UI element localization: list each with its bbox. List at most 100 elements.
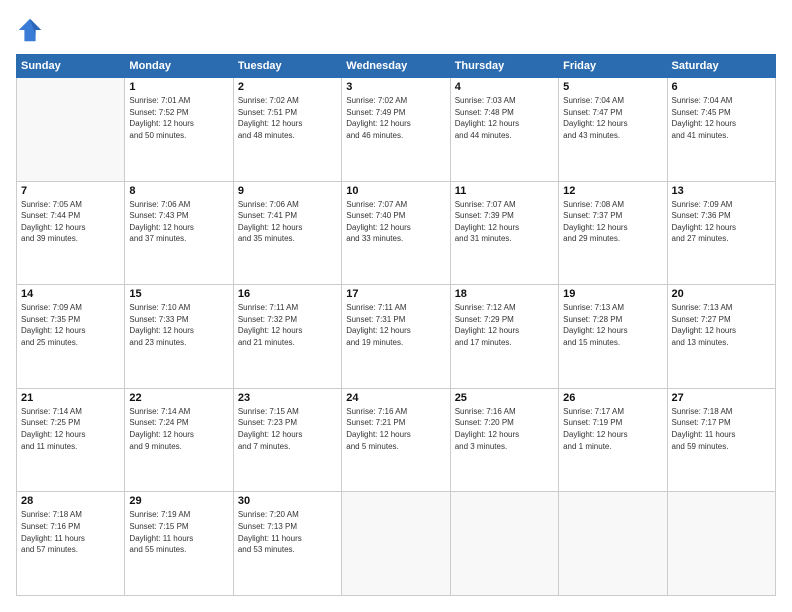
cell-info: Sunrise: 7:07 AM Sunset: 7:39 PM Dayligh… (455, 199, 554, 245)
day-number: 8 (129, 185, 228, 197)
header (16, 16, 776, 44)
calendar-cell: 18Sunrise: 7:12 AM Sunset: 7:29 PM Dayli… (450, 285, 558, 389)
day-number: 2 (238, 81, 337, 93)
calendar-cell: 20 Sunrise: 7:13 AM Sunset: 7:27 PM Dayli… (667, 285, 775, 389)
calendar-cell: 21 Sunrise: 7:14 AM Sunset: 7:25 PM Dayli… (17, 388, 125, 492)
day-number: 6 (672, 81, 771, 93)
calendar-cell: 28 Sunrise: 7:18 AM Sunset: 7:16 PM Dayli… (17, 492, 125, 596)
day-header-tuesday: Tuesday (233, 55, 341, 78)
calendar-cell: 25 Sunrise: 7:16 AM Sunset: 7:20 PM Dayli… (450, 388, 558, 492)
page: SundayMondayTuesdayWednesdayThursdayFrid… (0, 0, 792, 612)
cell-info: Sunrise: 7:02 AM Sunset: 7:49 PM Dayligh… (346, 95, 445, 141)
day-header-wednesday: Wednesday (342, 55, 450, 78)
cell-info: Sunrise: 7:06 AM Sunset: 7:41 PM Dayligh… (238, 199, 337, 245)
calendar-cell: 23 Sunrise: 7:15 AM Sunset: 7:23 PM Dayli… (233, 388, 341, 492)
day-header-thursday: Thursday (450, 55, 558, 78)
day-number: 3 (346, 81, 445, 93)
calendar-cell (342, 492, 450, 596)
week-row-1: 7Sunrise: 7:05 AM Sunset: 7:44 PM Daylig… (17, 181, 776, 285)
day-number: 25 (455, 392, 554, 404)
week-row-4: 28 Sunrise: 7:18 AM Sunset: 7:16 PM Dayli… (17, 492, 776, 596)
week-row-3: 21 Sunrise: 7:14 AM Sunset: 7:25 PM Dayli… (17, 388, 776, 492)
day-header-saturday: Saturday (667, 55, 775, 78)
day-number: 16 (238, 288, 337, 300)
calendar-cell: 27Sunrise: 7:18 AM Sunset: 7:17 PM Dayli… (667, 388, 775, 492)
cell-info: Sunrise: 7:09 AM Sunset: 7:36 PM Dayligh… (672, 199, 771, 245)
day-number: 30 (238, 495, 337, 507)
calendar-cell: 16 Sunrise: 7:11 AM Sunset: 7:32 PM Dayli… (233, 285, 341, 389)
cell-info: Sunrise: 7:11 AM Sunset: 7:31 PM Dayligh… (346, 302, 445, 348)
cell-info: Sunrise: 7:13 AM Sunset: 7:27 PM Dayligh… (672, 302, 771, 348)
day-number: 7 (21, 185, 120, 197)
logo-icon (16, 16, 44, 44)
calendar-cell: 1 Sunrise: 7:01 AM Sunset: 7:52 PM Daylig… (125, 78, 233, 182)
day-number: 26 (563, 392, 662, 404)
cell-info: Sunrise: 7:20 AM Sunset: 7:13 PM Dayligh… (238, 509, 337, 555)
calendar-cell: 6 Sunrise: 7:04 AM Sunset: 7:45 PM Daylig… (667, 78, 775, 182)
cell-info: Sunrise: 7:10 AM Sunset: 7:33 PM Dayligh… (129, 302, 228, 348)
cell-info: Sunrise: 7:08 AM Sunset: 7:37 PM Dayligh… (563, 199, 662, 245)
calendar-cell: 13 Sunrise: 7:09 AM Sunset: 7:36 PM Dayli… (667, 181, 775, 285)
cell-info: Sunrise: 7:06 AM Sunset: 7:43 PM Dayligh… (129, 199, 228, 245)
cell-info: Sunrise: 7:18 AM Sunset: 7:16 PM Dayligh… (21, 509, 120, 555)
calendar-cell: 15Sunrise: 7:10 AM Sunset: 7:33 PM Dayli… (125, 285, 233, 389)
calendar-cell (17, 78, 125, 182)
day-number: 20 (672, 288, 771, 300)
calendar-cell: 22 Sunrise: 7:14 AM Sunset: 7:24 PM Dayli… (125, 388, 233, 492)
calendar-cell (559, 492, 667, 596)
cell-info: Sunrise: 7:04 AM Sunset: 7:47 PM Dayligh… (563, 95, 662, 141)
calendar-cell: 14 Sunrise: 7:09 AM Sunset: 7:35 PM Dayli… (17, 285, 125, 389)
day-number: 27 (672, 392, 771, 404)
day-number: 19 (563, 288, 662, 300)
calendar-cell: 7Sunrise: 7:05 AM Sunset: 7:44 PM Daylig… (17, 181, 125, 285)
calendar-cell: 8 Sunrise: 7:06 AM Sunset: 7:43 PM Daylig… (125, 181, 233, 285)
cell-info: Sunrise: 7:17 AM Sunset: 7:19 PM Dayligh… (563, 406, 662, 452)
day-number: 17 (346, 288, 445, 300)
calendar-cell: 24Sunrise: 7:16 AM Sunset: 7:21 PM Dayli… (342, 388, 450, 492)
calendar-cell: 9Sunrise: 7:06 AM Sunset: 7:41 PM Daylig… (233, 181, 341, 285)
day-number: 23 (238, 392, 337, 404)
day-number: 1 (129, 81, 228, 93)
calendar-cell: 29 Sunrise: 7:19 AM Sunset: 7:15 PM Dayli… (125, 492, 233, 596)
calendar-cell (667, 492, 775, 596)
day-number: 29 (129, 495, 228, 507)
day-number: 11 (455, 185, 554, 197)
cell-info: Sunrise: 7:02 AM Sunset: 7:51 PM Dayligh… (238, 95, 337, 141)
cell-info: Sunrise: 7:11 AM Sunset: 7:32 PM Dayligh… (238, 302, 337, 348)
cell-info: Sunrise: 7:04 AM Sunset: 7:45 PM Dayligh… (672, 95, 771, 141)
cell-info: Sunrise: 7:13 AM Sunset: 7:28 PM Dayligh… (563, 302, 662, 348)
calendar-cell: 17 Sunrise: 7:11 AM Sunset: 7:31 PM Dayli… (342, 285, 450, 389)
cell-info: Sunrise: 7:03 AM Sunset: 7:48 PM Dayligh… (455, 95, 554, 141)
calendar-cell: 12 Sunrise: 7:08 AM Sunset: 7:37 PM Dayli… (559, 181, 667, 285)
cell-info: Sunrise: 7:14 AM Sunset: 7:24 PM Dayligh… (129, 406, 228, 452)
cell-info: Sunrise: 7:07 AM Sunset: 7:40 PM Dayligh… (346, 199, 445, 245)
day-number: 5 (563, 81, 662, 93)
calendar-cell: 30 Sunrise: 7:20 AM Sunset: 7:13 PM Dayli… (233, 492, 341, 596)
day-number: 14 (21, 288, 120, 300)
day-number: 13 (672, 185, 771, 197)
cell-info: Sunrise: 7:14 AM Sunset: 7:25 PM Dayligh… (21, 406, 120, 452)
cell-info: Sunrise: 7:19 AM Sunset: 7:15 PM Dayligh… (129, 509, 228, 555)
calendar-cell: 5 Sunrise: 7:04 AM Sunset: 7:47 PM Daylig… (559, 78, 667, 182)
cell-info: Sunrise: 7:15 AM Sunset: 7:23 PM Dayligh… (238, 406, 337, 452)
cell-info: Sunrise: 7:09 AM Sunset: 7:35 PM Dayligh… (21, 302, 120, 348)
day-header-monday: Monday (125, 55, 233, 78)
day-number: 10 (346, 185, 445, 197)
cell-info: Sunrise: 7:16 AM Sunset: 7:21 PM Dayligh… (346, 406, 445, 452)
calendar-body: 1 Sunrise: 7:01 AM Sunset: 7:52 PM Daylig… (17, 78, 776, 596)
cell-info: Sunrise: 7:16 AM Sunset: 7:20 PM Dayligh… (455, 406, 554, 452)
calendar-cell: 3 Sunrise: 7:02 AM Sunset: 7:49 PM Daylig… (342, 78, 450, 182)
logo (16, 16, 48, 44)
day-number: 22 (129, 392, 228, 404)
calendar-header-row: SundayMondayTuesdayWednesdayThursdayFrid… (17, 55, 776, 78)
day-number: 28 (21, 495, 120, 507)
week-row-0: 1 Sunrise: 7:01 AM Sunset: 7:52 PM Daylig… (17, 78, 776, 182)
day-number: 12 (563, 185, 662, 197)
calendar-cell: 4 Sunrise: 7:03 AM Sunset: 7:48 PM Daylig… (450, 78, 558, 182)
cell-info: Sunrise: 7:01 AM Sunset: 7:52 PM Dayligh… (129, 95, 228, 141)
day-number: 21 (21, 392, 120, 404)
calendar-cell: 11 Sunrise: 7:07 AM Sunset: 7:39 PM Dayli… (450, 181, 558, 285)
day-number: 4 (455, 81, 554, 93)
calendar-table: SundayMondayTuesdayWednesdayThursdayFrid… (16, 54, 776, 596)
calendar-cell: 10 Sunrise: 7:07 AM Sunset: 7:40 PM Dayli… (342, 181, 450, 285)
